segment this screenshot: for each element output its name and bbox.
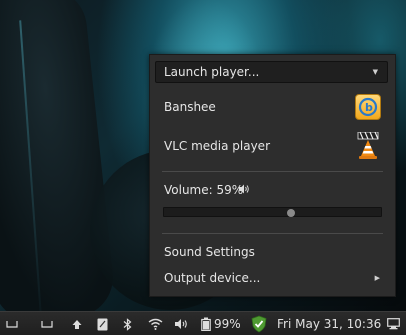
volume-label-row: Volume: 59%	[150, 180, 395, 200]
top-panel: 99% Fri May 31, 10:36	[0, 311, 406, 335]
banshee-icon: b	[355, 94, 381, 120]
output-device-item[interactable]: Output device... ▶	[150, 267, 395, 289]
battery-percentage: 99%	[214, 317, 241, 331]
volume-label: Volume: 59%	[164, 183, 244, 197]
svg-text:b: b	[365, 101, 373, 114]
show-desktop-icon[interactable]	[40, 316, 54, 332]
shield-icon[interactable]	[250, 314, 268, 334]
sound-settings-label: Sound Settings	[164, 245, 255, 259]
bluetooth-icon[interactable]	[121, 316, 133, 332]
wifi-icon[interactable]	[147, 316, 163, 332]
show-desktop-icon[interactable]	[5, 316, 19, 332]
player-item-vlc[interactable]: VLC media player	[150, 131, 395, 161]
player-item-banshee[interactable]: Banshee b	[150, 93, 395, 121]
menu-separator	[162, 171, 383, 172]
volume-slider-thumb[interactable]	[287, 209, 295, 217]
notes-icon[interactable]	[96, 316, 108, 332]
launch-player-dropdown[interactable]: Launch player... ▼	[155, 61, 388, 83]
player-label-banshee: Banshee	[164, 100, 216, 114]
volume-slider[interactable]	[163, 207, 382, 217]
menu-separator	[162, 233, 383, 234]
volume-icon[interactable]	[173, 316, 189, 332]
dropdown-arrow-icon: ▼	[372, 68, 378, 76]
sound-menu: Launch player... ▼ Banshee b VLC media p…	[149, 54, 396, 297]
sound-settings-item[interactable]: Sound Settings	[150, 241, 395, 263]
upload-icon[interactable]	[71, 316, 83, 332]
output-device-label: Output device...	[164, 271, 261, 285]
workspace-icon[interactable]	[386, 316, 400, 332]
wallpaper-figure	[0, 0, 117, 326]
clock[interactable]: Fri May 31, 10:36	[277, 316, 381, 332]
launch-player-label: Launch player...	[164, 65, 260, 79]
submenu-arrow-icon: ▶	[374, 274, 380, 282]
speaker-icon	[238, 183, 250, 198]
battery-icon[interactable]	[199, 316, 213, 332]
vlc-cone-icon	[355, 131, 381, 159]
player-label-vlc: VLC media player	[164, 139, 271, 153]
